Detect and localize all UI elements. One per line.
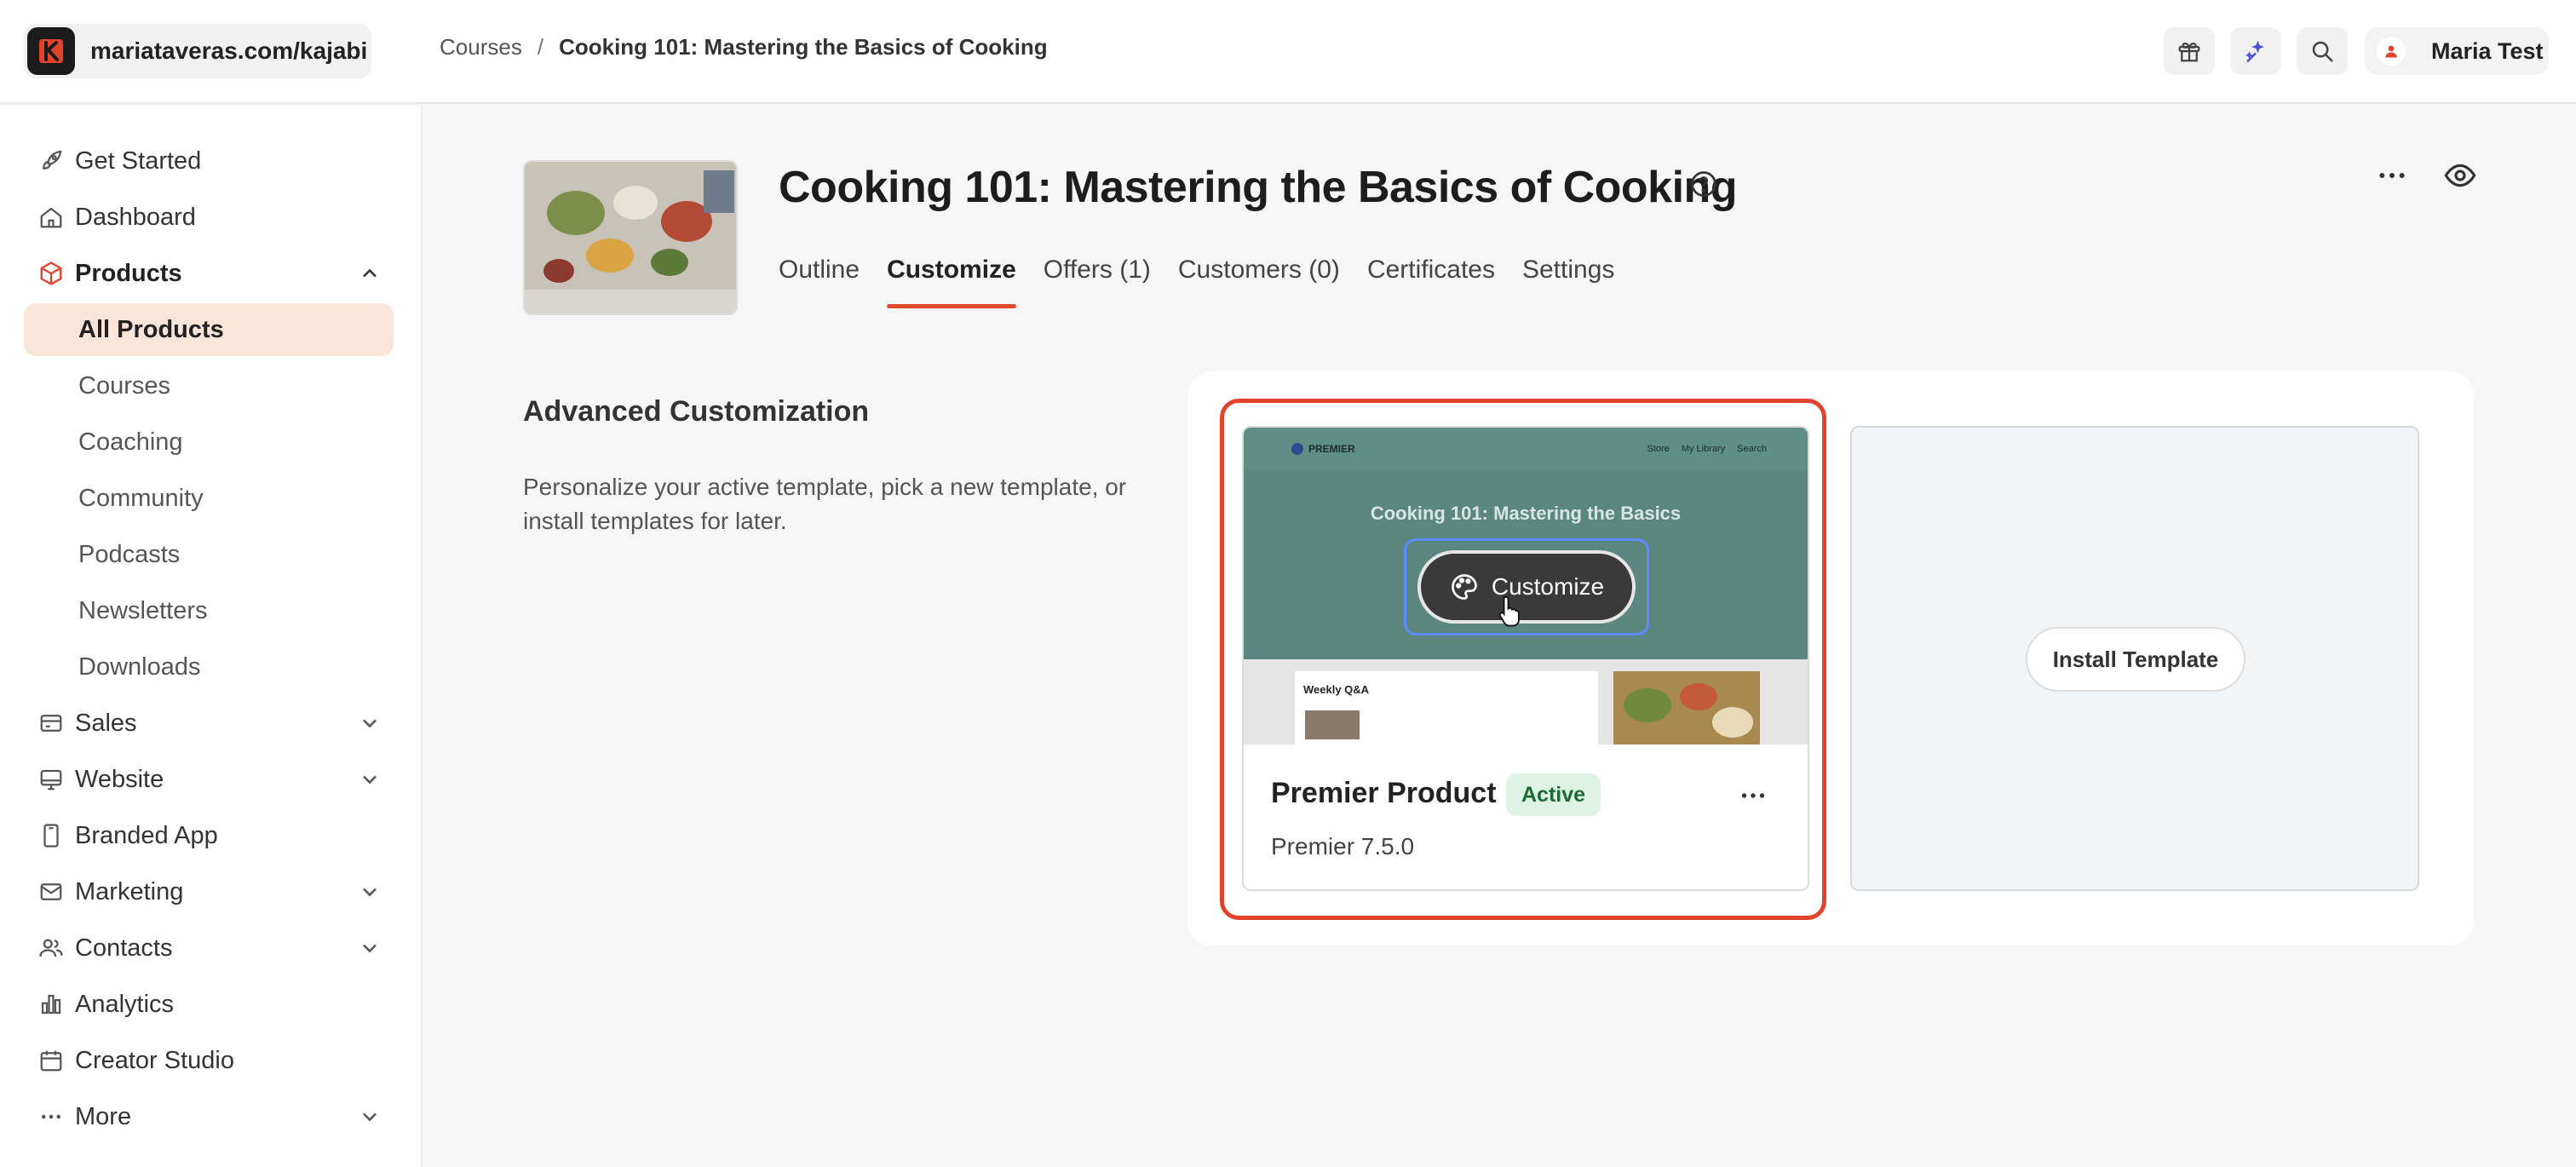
site-switcher[interactable]: mariataveras.com/kajabi	[24, 24, 371, 78]
hand-cursor-icon	[1498, 595, 1520, 627]
dots-icon	[36, 1101, 66, 1132]
template-preview: PREMIER Store My Library Search Cooking …	[1244, 428, 1808, 744]
gift-button[interactable]	[2164, 27, 2215, 75]
chart-icon	[36, 989, 66, 1020]
breadcrumb-current: Cooking 101: Mastering the Basics of Coo…	[559, 34, 1048, 60]
calendar-icon	[36, 1045, 66, 1076]
preview-nav-store: Store	[1647, 444, 1670, 454]
preview-brand: PREMIER	[1308, 443, 1355, 455]
sidebar-item-branded-app[interactable]: Branded App	[24, 809, 394, 862]
tab-offers[interactable]: Offers (1)	[1044, 256, 1151, 308]
tab-customize[interactable]: Customize	[887, 256, 1016, 308]
ai-assistant-button[interactable]	[2230, 27, 2281, 75]
sidebar-item-dashboard[interactable]: Dashboard	[24, 191, 394, 244]
chevron-down-icon	[363, 888, 377, 897]
status-badge: Active	[1506, 773, 1601, 816]
section-description: Personalize your active template, pick a…	[523, 474, 1127, 534]
tab-certificates[interactable]: Certificates	[1367, 256, 1495, 308]
tab-bar: Outline Customize Offers (1) Customers (…	[779, 256, 1642, 308]
active-template-card[interactable]: PREMIER Store My Library Search Cooking …	[1242, 426, 1809, 891]
sidebar-item-contacts[interactable]: Contacts	[24, 922, 394, 974]
card-icon	[36, 708, 66, 739]
breadcrumb-courses-link[interactable]: Courses	[440, 34, 522, 60]
preview-brand-icon	[1291, 443, 1303, 455]
install-template-button[interactable]: Install Template	[2026, 627, 2245, 692]
kajabi-logo-icon	[27, 27, 75, 75]
preview-lower-section: Weekly Q&A	[1244, 659, 1808, 744]
top-bar: mariataveras.com/kajabi Courses / Cookin…	[0, 0, 2576, 104]
gift-icon	[2178, 42, 2200, 62]
sidebar-item-all-products[interactable]: All Products	[24, 303, 394, 356]
customize-button[interactable]: Customize	[1417, 550, 1636, 624]
user-icon	[2385, 45, 2397, 58]
preview-content-box: Weekly Q&A	[1295, 671, 1598, 744]
preview-nav-search: Search	[1737, 444, 1767, 454]
monitor-icon	[36, 764, 66, 795]
more-options-icon[interactable]	[1738, 780, 1768, 811]
breadcrumb: Courses / Cooking 101: Mastering the Bas…	[440, 34, 1048, 60]
sidebar-item-sales[interactable]: Sales	[24, 697, 394, 750]
sidebar-item-products[interactable]: Products	[24, 247, 394, 300]
tab-customers[interactable]: Customers (0)	[1178, 256, 1340, 308]
sidebar-item-more[interactable]: More	[24, 1090, 394, 1143]
people-icon	[36, 933, 66, 963]
search-button[interactable]	[2297, 27, 2348, 75]
sidebar-item-get-started[interactable]: Get Started	[24, 135, 394, 187]
mail-icon	[36, 877, 66, 907]
sidebar: Get Started Dashboard Products All Produ…	[0, 106, 423, 1167]
sidebar-item-analytics[interactable]: Analytics	[24, 978, 394, 1031]
sparkle-icon	[2245, 40, 2264, 63]
install-template-card: Install Template	[1850, 426, 2419, 891]
template-name: Premier Product	[1271, 777, 1497, 809]
sidebar-item-courses[interactable]: Courses	[24, 359, 394, 412]
box-icon	[36, 258, 66, 289]
chevron-up-icon	[363, 268, 377, 278]
preview-thumb	[1305, 710, 1360, 739]
preview-eye-icon[interactable]	[2441, 158, 2479, 193]
user-menu-button[interactable]: Maria Test	[2365, 27, 2549, 75]
breadcrumb-separator: /	[537, 34, 544, 60]
section-title: Advanced Customization	[523, 395, 870, 428]
sidebar-item-downloads[interactable]: Downloads	[24, 641, 394, 693]
avatar	[2377, 37, 2406, 66]
more-options-icon[interactable]	[2375, 158, 2409, 193]
template-version: Premier 7.5.0	[1271, 833, 1415, 859]
page-title: Cooking 101: Mastering the Basics of Coo…	[779, 163, 1738, 212]
search-icon	[2312, 41, 2333, 62]
phone-icon	[36, 820, 66, 851]
sidebar-item-creator-studio[interactable]: Creator Studio	[24, 1034, 394, 1087]
sidebar-item-newsletters[interactable]: Newsletters	[24, 584, 394, 637]
tab-settings[interactable]: Settings	[1522, 256, 1614, 308]
home-icon	[36, 202, 66, 233]
palette-icon	[1452, 574, 1477, 600]
sidebar-item-coaching[interactable]: Coaching	[24, 416, 394, 469]
chevron-down-icon	[363, 719, 377, 728]
site-url: mariataveras.com/kajabi	[90, 37, 368, 64]
sidebar-item-website[interactable]: Website	[24, 753, 394, 806]
sidebar-item-community[interactable]: Community	[24, 472, 394, 525]
chevron-down-icon	[363, 944, 377, 953]
preview-food-image	[1613, 671, 1760, 744]
sidebar-item-marketing[interactable]: Marketing	[24, 865, 394, 918]
user-name: Maria Test	[2431, 37, 2544, 64]
chevron-down-icon	[363, 775, 377, 785]
help-icon[interactable]	[1688, 169, 1719, 199]
product-thumbnail[interactable]	[523, 160, 738, 315]
preview-section-title: Weekly Q&A	[1303, 683, 1370, 696]
sidebar-item-podcasts[interactable]: Podcasts	[24, 528, 394, 581]
preview-nav: PREMIER Store My Library Search	[1244, 428, 1808, 470]
preview-nav-library: My Library	[1681, 444, 1726, 454]
rocket-icon	[36, 146, 66, 176]
chevron-down-icon	[363, 1112, 377, 1122]
preview-hero-title: Cooking 101: Mastering the Basics	[1370, 503, 1682, 524]
tab-outline[interactable]: Outline	[779, 256, 860, 308]
